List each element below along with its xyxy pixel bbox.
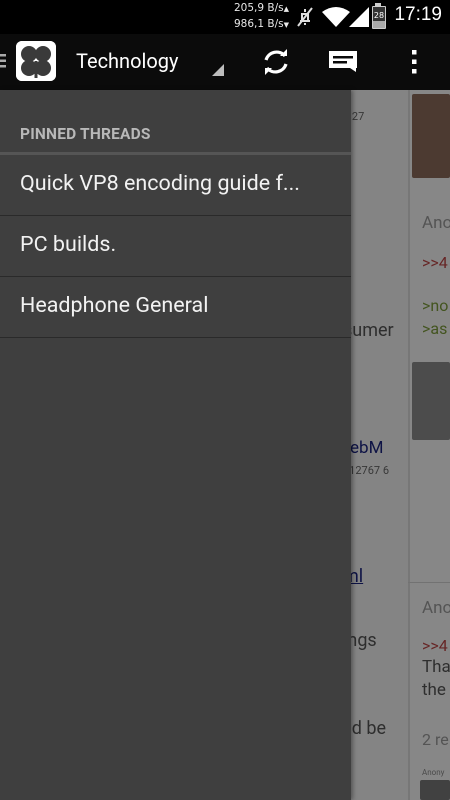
pinned-thread-item[interactable]: PC builds. [0, 216, 351, 277]
pinned-thread-label: Quick VP8 encoding guide f... [20, 171, 300, 196]
drawer-scrim[interactable] [351, 90, 450, 800]
pinned-threads-header: PINNED THREADS [20, 125, 151, 143]
net-up-speed: 205,9 B/s [234, 2, 284, 14]
drawer-indicator-icon[interactable] [0, 53, 6, 69]
pinned-threads-drawer: PINNED THREADS Quick VP8 encoding guide … [0, 90, 351, 800]
refresh-button[interactable] [248, 34, 304, 90]
app-logo[interactable] [16, 41, 56, 81]
battery-icon: 28 [372, 3, 386, 29]
clover-icon [16, 41, 56, 81]
net-down-speed: 986,1 B/s [234, 18, 284, 30]
board-title[interactable]: Technology [76, 49, 178, 73]
pinned-thread-label: Headphone General [20, 293, 209, 318]
action-bar: Technology [0, 34, 450, 90]
wifi-icon [322, 7, 350, 27]
board-spinner-indicator[interactable] [212, 64, 224, 76]
overflow-menu-button[interactable] [394, 34, 450, 90]
reply-icon [329, 51, 357, 72]
pinned-thread-label: PC builds. [20, 232, 117, 257]
mute-icon [297, 7, 313, 27]
battery-level: 28 [373, 11, 385, 20]
download-arrow-icon: ▼ [283, 21, 289, 29]
clock: 17:19 [394, 4, 442, 25]
upload-arrow-icon: ▲ [283, 5, 289, 13]
reply-button[interactable] [315, 34, 371, 90]
network-speed: 205,9 B/s▲ 986,1 B/s▼ [234, 1, 289, 33]
status-bar: 205,9 B/s▲ 986,1 B/s▼ 28 17:19 [0, 0, 450, 34]
item-divider [0, 337, 351, 338]
pinned-thread-item[interactable]: Headphone General [0, 277, 351, 338]
refresh-icon [264, 49, 288, 75]
pinned-thread-item[interactable]: Quick VP8 encoding guide f... [0, 155, 351, 216]
signal-icon [349, 7, 369, 27]
overflow-menu-icon [412, 50, 417, 74]
